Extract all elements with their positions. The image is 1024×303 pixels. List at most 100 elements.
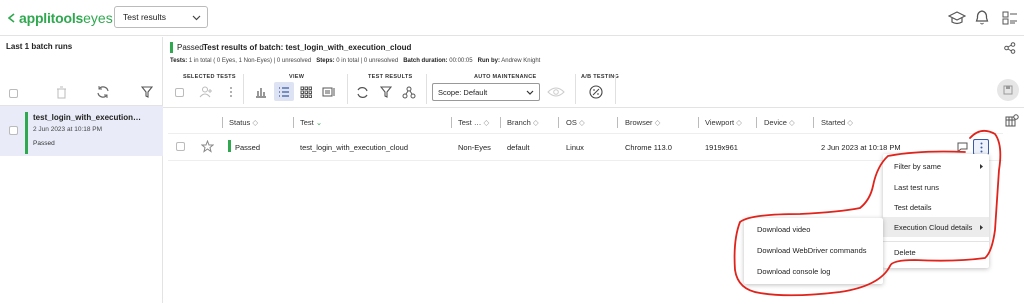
group-by-icon[interactable] [402, 86, 416, 99]
filter-icon[interactable] [141, 86, 153, 98]
toolbar-divider [347, 74, 348, 104]
row-divider [168, 160, 1003, 161]
menu-item-filter-by-same[interactable]: Filter by same [894, 162, 941, 171]
batch-item-checkbox[interactable] [9, 126, 18, 135]
logo-chevron-icon [8, 13, 15, 23]
run-by-value: Andrew Knight [501, 58, 541, 64]
column-header-browser[interactable]: Browser ◇ [625, 118, 660, 127]
group-label-auto-maintenance: AUTO MAINTENANCE [474, 74, 537, 80]
submenu-arrow-icon [980, 225, 983, 230]
column-header-label: Test … [458, 118, 482, 127]
refresh-results-icon[interactable] [356, 86, 369, 99]
column-header-test[interactable]: Test ⌄ [300, 118, 322, 127]
group-label-selected-tests: SELECTED TESTS [183, 74, 236, 80]
column-settings-icon[interactable] [1005, 114, 1019, 127]
bar-chart-view-icon[interactable] [255, 86, 267, 98]
cell-browser: Chrome 113.0 [625, 143, 672, 152]
select-tests-checkbox[interactable] [175, 88, 184, 97]
column-header-label: Browser [625, 118, 653, 127]
cell-branch: default [507, 143, 530, 152]
column-header-label: Device [764, 118, 787, 127]
scope-value: Scope: Default [438, 88, 488, 97]
user-settings-icon[interactable] [1002, 10, 1018, 26]
save-button[interactable] [997, 79, 1019, 101]
cell-test-type: Non-Eyes [458, 143, 491, 152]
duration-label: Batch duration: [403, 58, 448, 64]
graduation-cap-icon[interactable] [948, 10, 966, 26]
logo-text: applitools [19, 10, 84, 26]
refresh-icon[interactable] [96, 85, 110, 99]
column-header-device[interactable]: Device ◇ [764, 118, 795, 127]
scope-select[interactable]: Scope: Default [432, 83, 540, 101]
assign-user-icon[interactable] [199, 86, 213, 98]
view-select-dropdown[interactable]: Test results [114, 6, 208, 28]
tests-value: 1 in total ( 0 Eyes, 1 Non-Eyes) [188, 58, 272, 64]
menu-item-download-video[interactable]: Download video [757, 225, 810, 234]
star-icon[interactable] [201, 140, 214, 153]
column-divider [293, 117, 294, 128]
menu-item-delete[interactable]: Delete [894, 248, 916, 257]
batch-status-label: Passed [177, 43, 204, 52]
comment-icon[interactable] [956, 141, 969, 153]
column-divider [558, 117, 559, 128]
batch-title-name: test_login_with_execution_cloud [285, 43, 412, 52]
trash-icon[interactable] [56, 86, 67, 99]
applitools-logo[interactable]: applitools eyes [8, 10, 113, 26]
column-header-started[interactable]: Started ◇ [821, 118, 853, 127]
bell-icon[interactable] [975, 9, 989, 26]
batch-title: Test results of batch: test_login_with_e… [203, 43, 411, 52]
steps-label: Steps: [316, 58, 335, 64]
column-divider [617, 117, 618, 128]
row-divider [168, 133, 1003, 134]
steps-unresolved: 0 unresolved [363, 58, 399, 64]
tests-label: Tests: [170, 58, 188, 64]
column-header-label: OS [566, 118, 577, 127]
logo-suffix: eyes [83, 10, 113, 26]
filter-results-icon[interactable] [380, 86, 392, 98]
batch-status: Passed [33, 140, 55, 147]
column-header-branch[interactable]: Branch ◇ [507, 118, 539, 127]
more-vertical-icon[interactable] [229, 86, 233, 98]
menu-item-test-details[interactable]: Test details [894, 203, 932, 212]
group-label-ab-testing: A/B TESTING [581, 74, 620, 80]
batch-date: 2 Jun 2023 at 10:18 PM [33, 126, 103, 133]
cell-test-name[interactable]: test_login_with_execution_cloud [300, 143, 408, 152]
eye-icon[interactable] [547, 86, 565, 98]
duration-value: 00:00:05 [449, 58, 473, 64]
select-all-batches-checkbox[interactable] [9, 89, 18, 98]
batch-title-prefix: Test results of batch: [203, 43, 284, 52]
toolbar-divider [243, 74, 244, 104]
column-header-test-type[interactable]: Test … ◇ [458, 118, 489, 127]
menu-item-execution-cloud-details[interactable]: Execution Cloud details [894, 223, 972, 232]
save-icon [1003, 85, 1013, 95]
column-divider [756, 117, 757, 128]
share-icon[interactable] [1004, 42, 1016, 54]
column-header-status[interactable]: Status ◇ [229, 118, 258, 127]
details-view-icon[interactable] [322, 86, 336, 98]
tests-unresolved: 0 unresolved [276, 58, 312, 64]
batch-list-title: Last 1 batch runs [6, 42, 73, 51]
row-more-button[interactable] [973, 139, 989, 155]
list-view-icon[interactable] [278, 86, 290, 98]
cell-status: Passed [235, 143, 261, 152]
ab-testing-icon[interactable] [589, 85, 603, 99]
column-header-os[interactable]: OS ◇ [566, 118, 585, 127]
more-vertical-icon [980, 142, 983, 153]
menu-item-download-console-log[interactable]: Download console log [757, 267, 830, 276]
chevron-down-icon [526, 90, 534, 95]
batch-name: test_login_with_execution… [33, 113, 142, 122]
row-status-bar [228, 140, 231, 152]
group-label-view: VIEW [289, 74, 305, 80]
grid-view-icon[interactable] [300, 86, 312, 98]
batch-meta: Tests: 1 in total ( 0 Eyes, 1 Non-Eyes) … [170, 58, 541, 64]
status-bar [170, 42, 173, 53]
menu-item-download-webdriver-commands[interactable]: Download WebDriver commands [757, 246, 867, 255]
column-divider [698, 117, 699, 128]
row-checkbox[interactable] [176, 142, 185, 151]
cell-viewport: 1919x961 [705, 143, 738, 152]
menu-item-last-test-runs[interactable]: Last test runs [894, 183, 939, 192]
status-bar [25, 112, 28, 154]
column-header-label: Branch [507, 118, 531, 127]
column-divider [222, 117, 223, 128]
column-header-viewport[interactable]: Viewport ◇ [705, 118, 742, 127]
